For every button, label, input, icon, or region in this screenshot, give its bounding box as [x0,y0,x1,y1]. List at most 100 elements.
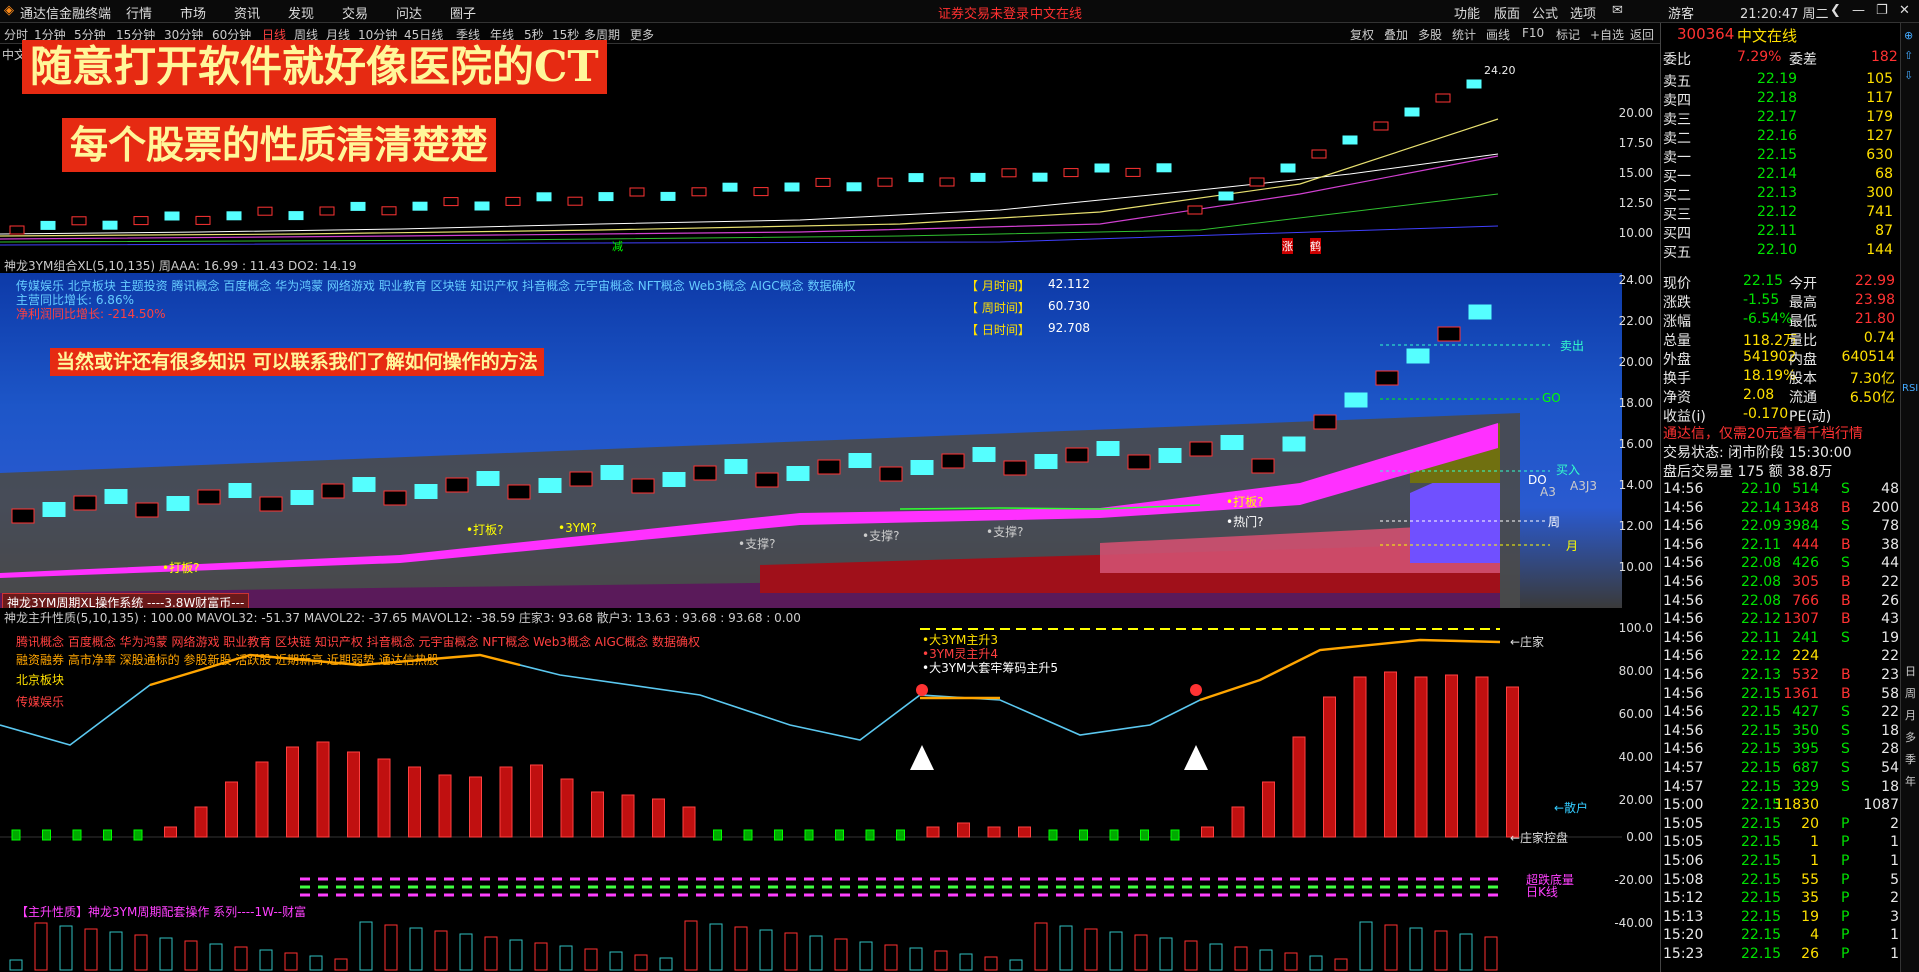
tick-time: 14:56 [1663,481,1704,497]
tick-row[interactable]: 15:23 22.15 26 P 1 [1663,946,1899,965]
down-icon[interactable]: ⇩ [1904,69,1913,82]
bid-row[interactable]: 买三 22.12 741 [1663,204,1899,223]
menu-gongshi[interactable]: 公式 [1532,3,1558,22]
tab-year[interactable]: 年 [1905,773,1916,789]
tick-time: 14:56 [1663,648,1704,665]
tick-row[interactable]: 14:56 22.15 1361 B 58 [1663,686,1899,705]
tab-multi[interactable]: 多 [1905,729,1916,745]
ask-row[interactable]: 卖一 22.15 630 [1663,147,1899,166]
ask-row[interactable]: 卖四 22.18 117 [1663,90,1899,109]
menu-gongneng[interactable]: 功能 [1454,3,1480,22]
month-time-value: 42.112 [1048,277,1090,291]
user-label[interactable]: 游客 [1668,3,1694,22]
tool-huaxian[interactable]: 画线 [1486,26,1510,43]
menu-quanzi[interactable]: 圈子 [450,3,476,22]
pane2-indicator[interactable]: 神龙3YM组合XL(5,10,135) 周AAA: 16.99 : 11.43 … [4,257,357,274]
tick-row[interactable]: 15:05 22.15 20 P 2 [1663,816,1899,835]
bid-row[interactable]: 买五 22.10 144 [1663,242,1899,261]
bid-row[interactable]: 买二 22.13 300 [1663,185,1899,204]
volume-bar [682,806,696,838]
tab-week[interactable]: 周 [1905,685,1916,701]
stat-value: 2.08 [1743,387,1775,403]
back-icon[interactable]: ❮ [1830,3,1841,18]
tick-row[interactable]: 14:56 22.13 532 B 23 [1663,667,1899,686]
tick-row[interactable]: 14:56 22.12 224 22 [1663,648,1899,667]
sector-beijing: 北京板块 [16,673,65,687]
tick-row[interactable]: 14:57 22.15 329 S 18 [1663,779,1899,798]
kline-candle [1218,191,1234,201]
trade-status[interactable]: 证券交易未登录 [938,3,1029,22]
tick-row[interactable]: 14:56 22.15 427 S 22 [1663,704,1899,723]
menu-zixun[interactable]: 资讯 [234,3,260,22]
main-rise-pane[interactable]: 腾讯概念 百度概念 华为鸿蒙 网络游戏 职业教育 区块链 知识产权 抖音概念 元… [0,625,1622,972]
quote-name: 中文在线 [1737,27,1798,45]
ad-row[interactable]: 通达信，仅需20元查看千档行情 [1663,423,1899,442]
menu-wenda[interactable]: 问达 [396,3,422,22]
tab-month[interactable]: 月 [1905,707,1916,723]
bid-row[interactable]: 买一 22.14 68 [1663,166,1899,185]
tick-row[interactable]: 14:56 22.08 305 B 22 [1663,574,1899,593]
menu-banmian[interactable]: 版面 [1494,3,1520,22]
tab-day[interactable]: 日 [1905,663,1916,679]
menu-jiaoyi[interactable]: 交易 [342,3,368,22]
tick-row[interactable]: 15:05 22.15 1 P 1 [1663,834,1899,853]
tick-row[interactable]: 14:56 22.12 1307 B 43 [1663,611,1899,630]
composite-candle [755,472,779,488]
stat-value: -1.55 [1743,292,1780,308]
menu-xuanxiang[interactable]: 选项 [1570,3,1596,22]
menu-faxian[interactable]: 发现 [288,3,314,22]
tick-row[interactable]: 15:08 22.15 55 P 5 [1663,872,1899,891]
tick-row[interactable]: 14:56 22.11 444 B 38 [1663,537,1899,556]
menu-hangqing[interactable]: 行情 [126,3,152,22]
tick-row[interactable]: 14:56 22.08 426 S 44 [1663,555,1899,574]
volume-bar [469,776,482,838]
ask-row[interactable]: 卖二 22.16 127 [1663,128,1899,147]
y2-tick: 24.00 [1618,273,1653,287]
tick-row[interactable]: 14:56 22.14 1348 B 200 [1663,500,1899,519]
tool-f10[interactable]: F10 [1522,26,1544,40]
composite-pane[interactable]: 传媒娱乐 北京板块 主题投资 腾讯概念 百度概念 华为鸿蒙 网络游戏 职业教育 … [0,273,1622,608]
bid-row[interactable]: 买四 22.11 87 [1663,223,1899,242]
tool-biaoji[interactable]: 标记 [1556,26,1580,43]
tick-row[interactable]: 14:56 22.09 3984 S 78 [1663,518,1899,537]
tick-row[interactable]: 15:00 22.15 11830 1087 [1663,797,1899,816]
tick-row[interactable]: 15:20 22.15 4 P 1 [1663,927,1899,946]
minimize-icon[interactable]: — [1852,3,1865,18]
tick-price: 22.15 [1741,853,1782,869]
tool-tongji[interactable]: 统计 [1452,26,1476,43]
tool-icon[interactable]: ⊕ [1904,29,1913,42]
tool-fuquan[interactable]: 复权 [1350,26,1374,43]
tick-row[interactable]: 14:56 22.15 350 S 18 [1663,723,1899,742]
tick-row[interactable]: 14:56 22.15 395 S 28 [1663,741,1899,760]
rise-bar [334,958,348,971]
pane3-indicator[interactable]: 神龙主升性质(5,10,135) : 100.00 MAVOL32: -51.3… [4,609,801,626]
up-icon[interactable]: ⇧ [1904,49,1913,62]
tick-row[interactable]: 14:57 22.15 687 S 54 [1663,760,1899,779]
tool-diejia[interactable]: 叠加 [1384,26,1408,43]
restore-icon[interactable]: ❐ [1876,3,1888,18]
kline-candle [691,187,707,197]
tool-zixuan[interactable]: +自选 [1590,26,1624,43]
tab-rsi[interactable]: RSI [1902,383,1918,394]
tick-row[interactable]: 14:56 22.10 514 S 48 [1663,481,1899,500]
mail-icon[interactable]: ✉ [1612,3,1623,18]
tick-row[interactable]: 15:06 22.15 1 P 1 [1663,853,1899,872]
tick-row[interactable]: 15:13 22.15 19 P 3 [1663,909,1899,928]
weicha-value: 182 [1871,49,1898,65]
tool-duogu[interactable]: 多股 [1418,26,1442,43]
tick-row[interactable]: 14:56 22.11 241 S 19 [1663,630,1899,649]
tick-row[interactable]: 15:12 22.15 35 P 2 [1663,890,1899,909]
tool-fanhui[interactable]: 返回 [1630,26,1654,43]
tick-price: 22.15 [1741,890,1782,907]
menu-shichang[interactable]: 市场 [180,3,206,22]
close-icon[interactable]: ✕ [1899,3,1910,18]
tick-row[interactable]: 14:56 22.08 766 B 26 [1663,593,1899,612]
tick-time: 14:56 [1663,741,1704,758]
kline-candle [1156,163,1172,173]
ask-row[interactable]: 卖三 22.17 179 [1663,109,1899,128]
ask-row[interactable]: 卖五 22.19 105 [1663,71,1899,90]
rise-bar [134,934,148,971]
composite-chart[interactable] [0,273,1622,608]
tab-season[interactable]: 季 [1905,751,1916,767]
period-more[interactable]: 更多 [630,26,654,43]
